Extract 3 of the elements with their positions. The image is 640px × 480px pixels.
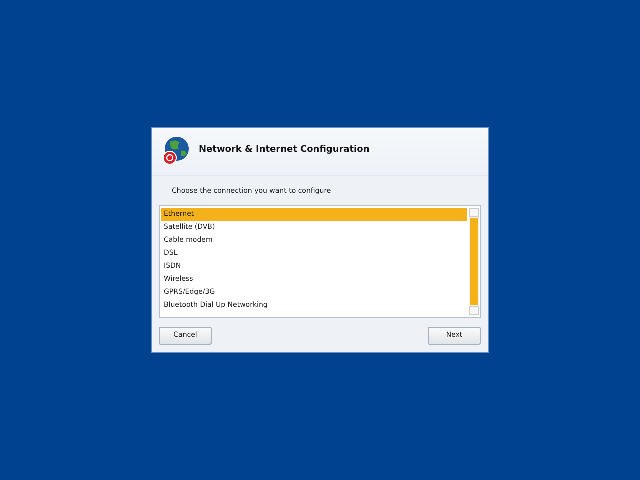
globe-icon [162,136,190,166]
dialog-title: Network & Internet Configuration [199,144,370,158]
scrollbar[interactable] [469,208,479,314]
